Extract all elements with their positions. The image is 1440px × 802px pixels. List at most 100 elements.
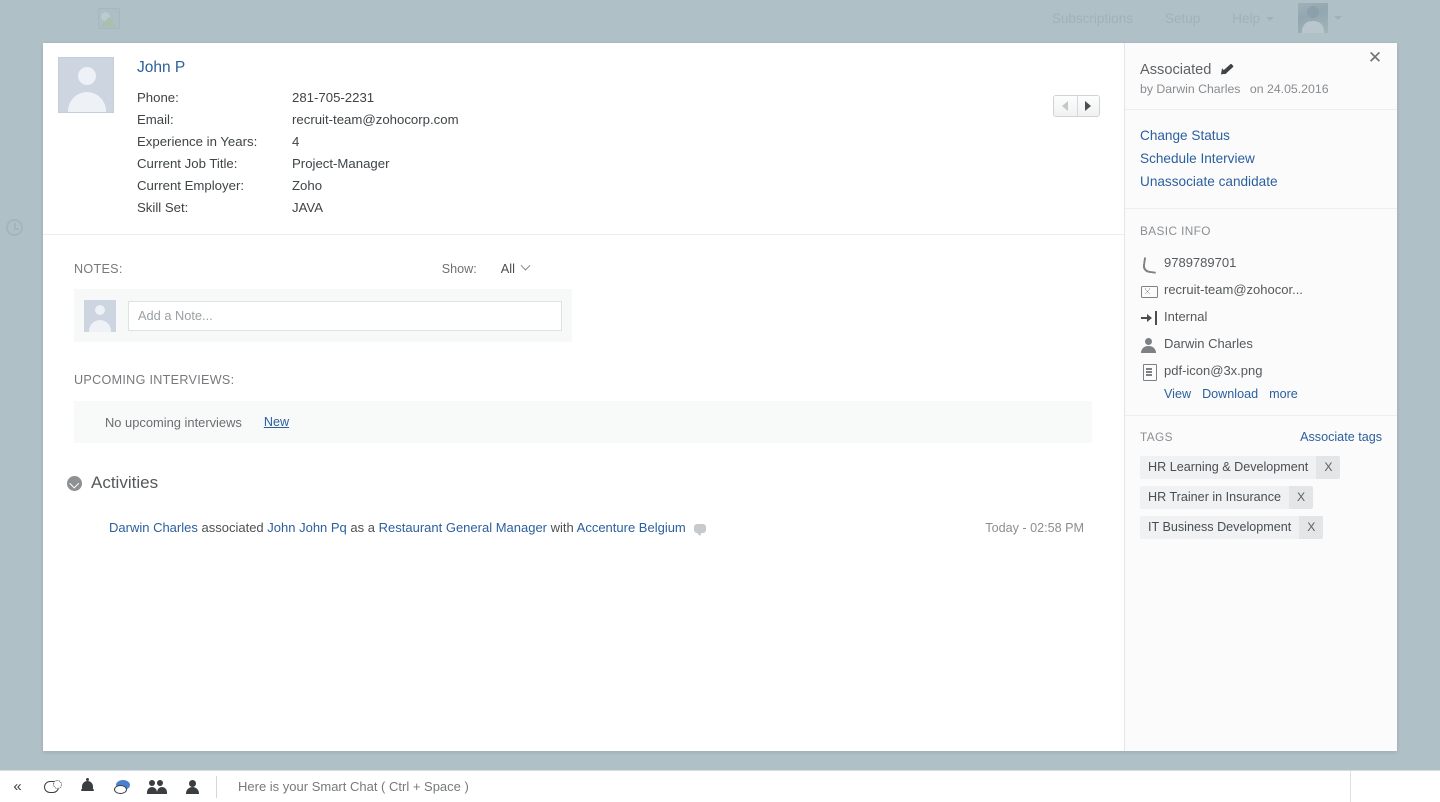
smart-chat-hint[interactable]: Here is your Smart Chat ( Ctrl + Space ): [238, 779, 469, 794]
activity-verb: associated: [201, 520, 264, 535]
phone-value: 9789789701: [1164, 255, 1237, 270]
activity-company-link[interactable]: Accenture Belgium: [577, 520, 686, 535]
unassociate-candidate-link[interactable]: Unassociate candidate: [1140, 170, 1382, 193]
field-value: recruit-team@zohocorp.com: [292, 111, 459, 127]
table-row: Email: recruit-team@zohocorp.com: [137, 108, 459, 130]
more-attachment-link[interactable]: more: [1269, 387, 1298, 401]
divider: [216, 775, 217, 798]
field-value: Zoho: [292, 177, 323, 193]
activity-timestamp: Today - 02:58 PM: [985, 521, 1084, 535]
bottom-icon-group: «: [0, 771, 210, 802]
field-label: Experience in Years:: [137, 133, 258, 149]
field-label: Skill Set:: [137, 199, 189, 215]
table-row: Phone: 281-705-2231: [137, 86, 459, 108]
email-value: recruit-team@zohocor...: [1164, 282, 1303, 297]
field-label: Email:: [137, 111, 174, 127]
contacts-group-icon[interactable]: [140, 771, 175, 802]
upcoming-interviews-section: UPCOMING INTERVIEWS: No upcoming intervi…: [43, 342, 1124, 443]
tags-section: TAGS Associate tags HR Learning & Develo…: [1125, 416, 1397, 561]
basic-info-list: 9789789701 recruit-team@zohocor... Inter…: [1140, 250, 1382, 401]
clock-icon: [6, 219, 23, 236]
nav-setup[interactable]: Setup: [1149, 11, 1216, 26]
candidate-name[interactable]: John P: [137, 59, 459, 77]
field-value: Project-Manager: [292, 155, 390, 171]
show-filter-dropdown[interactable]: All: [500, 260, 531, 276]
top-navigation-bar: Subscriptions Setup Help: [0, 0, 1440, 36]
basic-info-label: BASIC INFO: [1140, 224, 1211, 238]
field-label: Phone:: [137, 89, 179, 105]
notes-filter: Show: All: [441, 260, 531, 276]
source-value: Internal: [1164, 309, 1208, 324]
tag-label: HR Trainer in Insurance: [1148, 490, 1281, 504]
arrow-right-icon: [1085, 101, 1092, 111]
pencil-icon[interactable]: [1220, 64, 1233, 77]
sign-in-arrow-icon: [1140, 310, 1160, 326]
bell-icon[interactable]: [70, 771, 105, 802]
activities-header[interactable]: Activities: [67, 473, 1092, 493]
activity-subject-link[interactable]: John John Pq: [267, 520, 347, 535]
field-label: Current Job Title:: [137, 155, 238, 171]
activity-description: Darwin Charles associated John John Pq a…: [109, 519, 707, 537]
table-row: Experience in Years: 4: [137, 130, 459, 152]
close-icon[interactable]: ✕: [1365, 48, 1385, 68]
modal-sidebar: ✕ Associated by Darwin Charles on 24.05.…: [1125, 43, 1397, 751]
candidate-avatar: [58, 57, 114, 113]
show-filter-value: All: [500, 261, 515, 276]
broken-image-icon: [98, 7, 120, 29]
change-status-link[interactable]: Change Status: [1140, 124, 1382, 147]
show-label: Show:: [441, 261, 477, 276]
chevron-down-icon: [520, 260, 531, 271]
chevron-down-icon[interactable]: [1334, 16, 1342, 20]
envelope-icon: [1140, 283, 1160, 299]
field-value: 4: [292, 133, 300, 149]
owner-value: Darwin Charles: [1164, 336, 1253, 351]
tags-header: TAGS Associate tags: [1140, 430, 1382, 444]
basic-info-section: BASIC INFO 9789789701 recruit-team@zohoc…: [1125, 209, 1397, 416]
status-author: by Darwin Charles: [1140, 82, 1241, 96]
list-item: HR Trainer in Insurance X: [1140, 486, 1314, 509]
attachment-name: pdf-icon@3x.png: [1164, 363, 1263, 378]
list-item: Darwin Charles: [1140, 331, 1382, 358]
note-author-avatar: [84, 299, 116, 332]
activity-role-link[interactable]: Restaurant General Manager: [379, 520, 547, 535]
record-pager: [1053, 95, 1100, 117]
comment-bubble-icon[interactable]: [694, 524, 707, 536]
remove-tag-button[interactable]: X: [1316, 456, 1341, 479]
add-note-row: [74, 289, 572, 342]
schedule-interview-link[interactable]: Schedule Interview: [1140, 147, 1382, 170]
activity-with: with: [550, 520, 574, 535]
new-interview-link[interactable]: New: [264, 415, 289, 429]
user-avatar[interactable]: [1298, 3, 1328, 33]
list-item: 9789789701: [1140, 250, 1382, 277]
next-record-button[interactable]: [1076, 96, 1099, 116]
sidebar-actions: Change Status Schedule Interview Unassoc…: [1125, 110, 1397, 209]
person-icon[interactable]: [175, 771, 210, 802]
candidate-fields-table: Phone: 281-705-2231 Email: recruit-team@…: [137, 86, 459, 218]
activity-actor-link[interactable]: Darwin Charles: [109, 520, 198, 535]
tag-list: HR Learning & Development X HR Trainer i…: [1140, 456, 1382, 546]
notes-header: NOTES: Show: All: [74, 260, 1092, 276]
table-row: Skill Set: JAVA: [137, 196, 459, 218]
collapse-double-chevron-icon[interactable]: «: [0, 771, 35, 802]
activity-connector: as a: [350, 520, 375, 535]
circle-chevron-down-icon: [67, 475, 82, 491]
chat-settings-icon[interactable]: [35, 771, 70, 802]
notes-section: NOTES: Show: All: [43, 235, 1124, 342]
view-attachment-link[interactable]: View: [1164, 387, 1191, 401]
bottom-right-panel: [1350, 771, 1440, 802]
previous-record-button[interactable]: [1054, 96, 1077, 116]
list-item: recruit-team@zohocor...: [1140, 277, 1382, 304]
table-row: Current Employer: Zoho: [137, 174, 459, 196]
download-attachment-link[interactable]: Download: [1202, 387, 1258, 401]
nav-subscriptions[interactable]: Subscriptions: [1036, 11, 1149, 26]
tag-label: IT Business Development: [1148, 520, 1292, 534]
remove-tag-button[interactable]: X: [1289, 486, 1314, 509]
chat-bubble-icon[interactable]: [105, 771, 140, 802]
modal-main-column: John P Phone: 281-705-2231 Email: recrui…: [43, 43, 1125, 751]
associate-tags-link[interactable]: Associate tags: [1300, 430, 1382, 444]
status-badge: Associated: [1140, 62, 1212, 78]
nav-help[interactable]: Help: [1216, 11, 1290, 26]
top-nav-items: Subscriptions Setup Help: [1036, 3, 1440, 33]
add-note-input[interactable]: [128, 300, 562, 331]
remove-tag-button[interactable]: X: [1299, 516, 1324, 539]
